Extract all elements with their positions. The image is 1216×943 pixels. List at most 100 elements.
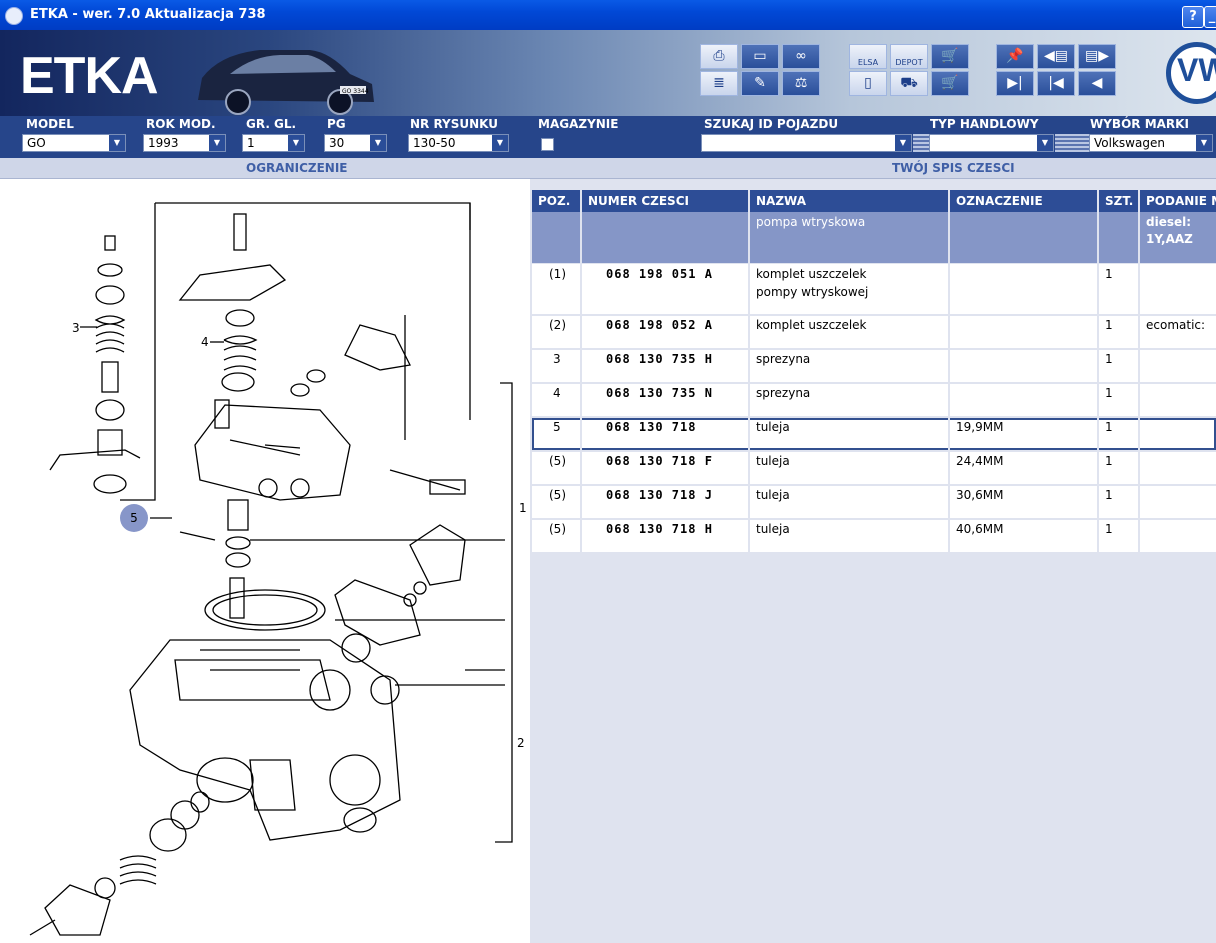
part-number-cell: 068 198 052 A <box>606 318 713 332</box>
callout-5-highlight[interactable]: 5 <box>120 504 148 532</box>
depot-label: DEPOT <box>895 58 923 67</box>
col-szt[interactable]: SZT. <box>1099 190 1138 212</box>
poz-cell: 5 <box>553 420 561 434</box>
group-cell <box>950 212 1097 263</box>
elsa-label: ELSA <box>857 58 879 67</box>
col-numer[interactable]: NUMER CZESCI <box>582 190 748 212</box>
rok-mod-value: 1993 <box>148 136 179 150</box>
szt-cell: 1 <box>1105 318 1113 332</box>
print-icon[interactable]: ⎙ <box>700 44 738 69</box>
chevron-down-icon[interactable]: ▼ <box>109 135 125 151</box>
marka-value: Volkswagen <box>1094 136 1165 150</box>
separator-stripes <box>913 134 929 152</box>
col-poz[interactable]: POZ. <box>532 190 580 212</box>
callout-3[interactable]: 3 <box>72 321 80 335</box>
group-podanie-2: 1Y,AAZ <box>1146 232 1193 246</box>
szukaj-input[interactable]: ▼ <box>701 134 912 152</box>
poz-cell: (1) <box>549 267 566 281</box>
glasses-icon[interactable]: ∞ <box>782 44 820 69</box>
help-button[interactable]: ? <box>1182 6 1204 28</box>
last-icon[interactable]: ▶| <box>996 71 1034 96</box>
pg-value: 30 <box>329 136 345 150</box>
group-cell <box>532 212 580 263</box>
filter-bar: MODEL GO ▼ ROK MOD. 1993 ▼ GR. GL. 1 ▼ PG 3… <box>0 116 1216 158</box>
pg-select[interactable]: 30 ▼ <box>324 134 387 152</box>
chevron-down-icon[interactable]: ▼ <box>492 135 508 151</box>
minimize-button[interactable]: _ <box>1204 6 1216 28</box>
typ-select[interactable]: ▼ <box>929 134 1054 152</box>
screen-icon[interactable]: ▭ <box>741 44 779 69</box>
gr-gl-select[interactable]: 1 ▼ <box>242 134 305 152</box>
poz-cell: (5) <box>549 454 566 468</box>
pump-drawing <box>29 202 513 936</box>
doc-back-icon[interactable]: ◀▤ <box>1037 44 1075 69</box>
col-podanie[interactable]: PODANIE M <box>1140 190 1216 212</box>
pencil-icon[interactable]: ✎ <box>741 71 779 96</box>
pg-label: PG <box>327 117 346 131</box>
callout-2[interactable]: 2 <box>517 736 525 750</box>
col-nazwa[interactable]: NAZWA <box>750 190 948 212</box>
spis-czesci-header: TWÓJ SPIS CZESCI <box>892 161 1015 175</box>
name-cell: tuleja <box>756 488 790 502</box>
magazynie-label: MAGAZYNIE <box>538 117 619 131</box>
szt-cell: 1 <box>1105 454 1113 468</box>
col-oznaczenie[interactable]: OZNACZENIE <box>950 190 1097 212</box>
first-icon[interactable]: |◀ <box>1037 71 1075 96</box>
rok-mod-select[interactable]: 1993 ▼ <box>143 134 226 152</box>
title-bar: ETKA - wer. 7.0 Aktualizacja 738 ? _ <box>0 0 1216 30</box>
marka-select[interactable]: Volkswagen ▼ <box>1089 134 1213 152</box>
chevron-down-icon[interactable]: ▼ <box>370 135 386 151</box>
section-bar: OGRANICZENIE TWÓJ SPIS CZESCI <box>0 158 1216 179</box>
magazynie-checkbox[interactable] <box>541 138 554 151</box>
vw-logo: VW <box>1166 42 1216 104</box>
name-cell: komplet uszczelek <box>756 318 867 332</box>
doc-forward-icon[interactable]: ▤▶ <box>1078 44 1116 69</box>
poz-cell: (5) <box>549 522 566 536</box>
elsa-icon[interactable]: ELSA <box>849 44 887 69</box>
depot-icon[interactable]: DEPOT <box>890 44 928 69</box>
part-number-cell: 068 130 735 H <box>606 352 713 366</box>
name-cell: tuleja <box>756 522 790 536</box>
pin-icon[interactable]: 📌 <box>996 44 1034 69</box>
group-nazwa: pompa wtryskowa <box>756 215 866 229</box>
part-number-cell: 068 130 735 N <box>606 386 713 400</box>
callout-4[interactable]: 4 <box>201 335 209 349</box>
column-divider <box>748 264 750 552</box>
chevron-down-icon[interactable]: ▼ <box>895 135 911 151</box>
chevron-down-icon[interactable]: ▼ <box>209 135 225 151</box>
szt-cell: 1 <box>1105 488 1113 502</box>
app-icon[interactable] <box>5 7 23 25</box>
window-title: ETKA - wer. 7.0 Aktualizacja 738 <box>30 7 266 22</box>
column-divider <box>580 264 582 552</box>
callout-1[interactable]: 1 <box>519 501 527 515</box>
szt-cell: 1 <box>1105 352 1113 366</box>
rok-mod-label: ROK MOD. <box>146 117 216 131</box>
ograniczenie-header[interactable]: OGRANICZENIE <box>246 161 348 175</box>
plate-text: GO 3344 <box>342 88 369 95</box>
model-label: MODEL <box>26 117 74 131</box>
name-cell: sprezyna <box>756 386 811 400</box>
model-value: GO <box>27 136 46 150</box>
column-divider <box>948 264 950 552</box>
model-select[interactable]: GO ▼ <box>22 134 126 152</box>
nr-rysunku-select[interactable]: 130-50 ▼ <box>408 134 509 152</box>
monitor-icon[interactable]: ▯ <box>849 71 887 96</box>
list-icon[interactable]: ≣ <box>700 71 738 96</box>
oznaczenie-cell: 24,4MM <box>956 454 1004 468</box>
gr-gl-value: 1 <box>247 136 255 150</box>
scale-icon[interactable]: ⚖ <box>782 71 820 96</box>
truck-icon[interactable]: ⛟ <box>890 71 928 96</box>
etka-logo: ETKA <box>20 47 159 105</box>
poz-cell: (2) <box>549 318 566 332</box>
cart-icon[interactable]: 🛒 <box>931 44 969 69</box>
cart-add-icon[interactable]: 🛒 <box>931 71 969 96</box>
chevron-down-icon[interactable]: ▼ <box>288 135 304 151</box>
name-cell: tuleja <box>756 454 790 468</box>
typ-label: TYP HANDLOWY <box>930 117 1039 131</box>
chevron-down-icon[interactable]: ▼ <box>1037 135 1053 151</box>
part-number-cell: 068 130 718 F <box>606 454 713 468</box>
exploded-diagram[interactable]: 3 4 5 1 2 <box>0 179 530 943</box>
prev-icon[interactable]: ◀ <box>1078 71 1116 96</box>
chevron-down-icon[interactable]: ▼ <box>1196 135 1212 151</box>
poz-cell: (5) <box>549 488 566 502</box>
